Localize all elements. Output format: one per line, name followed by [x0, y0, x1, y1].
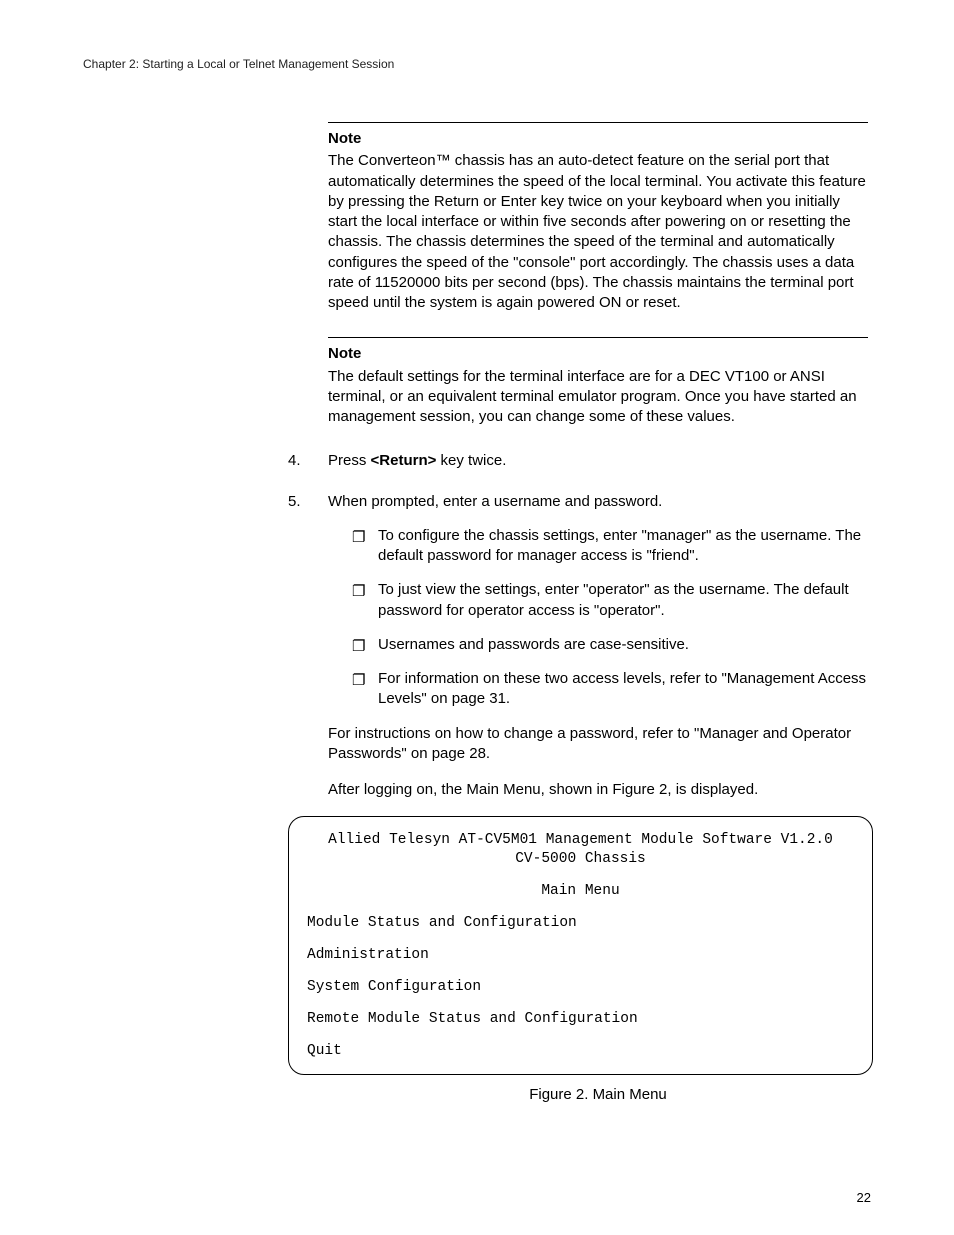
step-text: When prompted, enter a username and pass… [328, 493, 662, 510]
list-item: ❐ For information on these two access le… [352, 669, 868, 710]
step-4: 4. Press <Return> key twice. [288, 451, 868, 471]
list-item-text: Usernames and passwords are case-sensiti… [378, 636, 689, 653]
terminal-line: Allied Telesyn AT-CV5M01 Management Modu… [307, 831, 854, 849]
note-label: Note [328, 344, 868, 364]
terminal-screenshot: Allied Telesyn AT-CV5M01 Management Modu… [288, 816, 873, 1075]
note-block: Note The Converteon™ chassis has an auto… [328, 122, 868, 313]
step-text-pre: Press [328, 452, 371, 469]
bullet-icon: ❐ [352, 670, 365, 690]
note-block: Note The default settings for the termin… [328, 337, 868, 427]
page-number: 22 [857, 1189, 871, 1207]
step-text: Press <Return> key twice. [328, 452, 506, 469]
figure-caption: Figure 2. Main Menu [328, 1085, 868, 1105]
note-body: The default settings for the terminal in… [328, 367, 868, 428]
bullet-icon: ❐ [352, 636, 365, 656]
terminal-line: Remote Module Status and Configuration [307, 1010, 854, 1028]
sub-bullet-list: ❐ To configure the chassis settings, ent… [352, 526, 868, 710]
note-body: The Converteon™ chassis has an auto-dete… [328, 151, 868, 313]
step-text-post: key twice. [436, 452, 506, 469]
bullet-icon: ❐ [352, 527, 365, 547]
list-item: ❐ To just view the settings, enter "oper… [352, 580, 868, 621]
list-item: ❐ To configure the chassis settings, ent… [352, 526, 868, 567]
paragraph: After logging on, the Main Menu, shown i… [328, 780, 868, 800]
step-list: 4. Press <Return> key twice. 5. When pro… [288, 451, 868, 1105]
list-item-text: For information on these two access leve… [378, 670, 866, 707]
divider [328, 337, 868, 338]
divider [328, 122, 868, 123]
note-label: Note [328, 129, 868, 149]
step-number: 4. [288, 451, 318, 471]
step-text-bold: <Return> [371, 452, 437, 469]
terminal-line: System Configuration [307, 978, 854, 996]
content-column: Note The Converteon™ chassis has an auto… [328, 122, 868, 1106]
terminal-line: Quit [307, 1042, 854, 1060]
terminal-line: Administration [307, 946, 854, 964]
terminal-line: Main Menu [307, 882, 854, 900]
step-5: 5. When prompted, enter a username and p… [288, 492, 868, 1106]
list-item: ❐ Usernames and passwords are case-sensi… [352, 635, 868, 655]
list-item-text: To just view the settings, enter "operat… [378, 581, 849, 618]
bullet-icon: ❐ [352, 581, 365, 601]
page: Chapter 2: Starting a Local or Telnet Ma… [0, 0, 954, 1235]
terminal-line: Module Status and Configuration [307, 914, 854, 932]
list-item-text: To configure the chassis settings, enter… [378, 527, 861, 564]
step-number: 5. [288, 492, 318, 512]
paragraph: For instructions on how to change a pass… [328, 724, 868, 765]
terminal-line: CV-5000 Chassis [307, 850, 854, 868]
chapter-header: Chapter 2: Starting a Local or Telnet Ma… [83, 56, 871, 72]
